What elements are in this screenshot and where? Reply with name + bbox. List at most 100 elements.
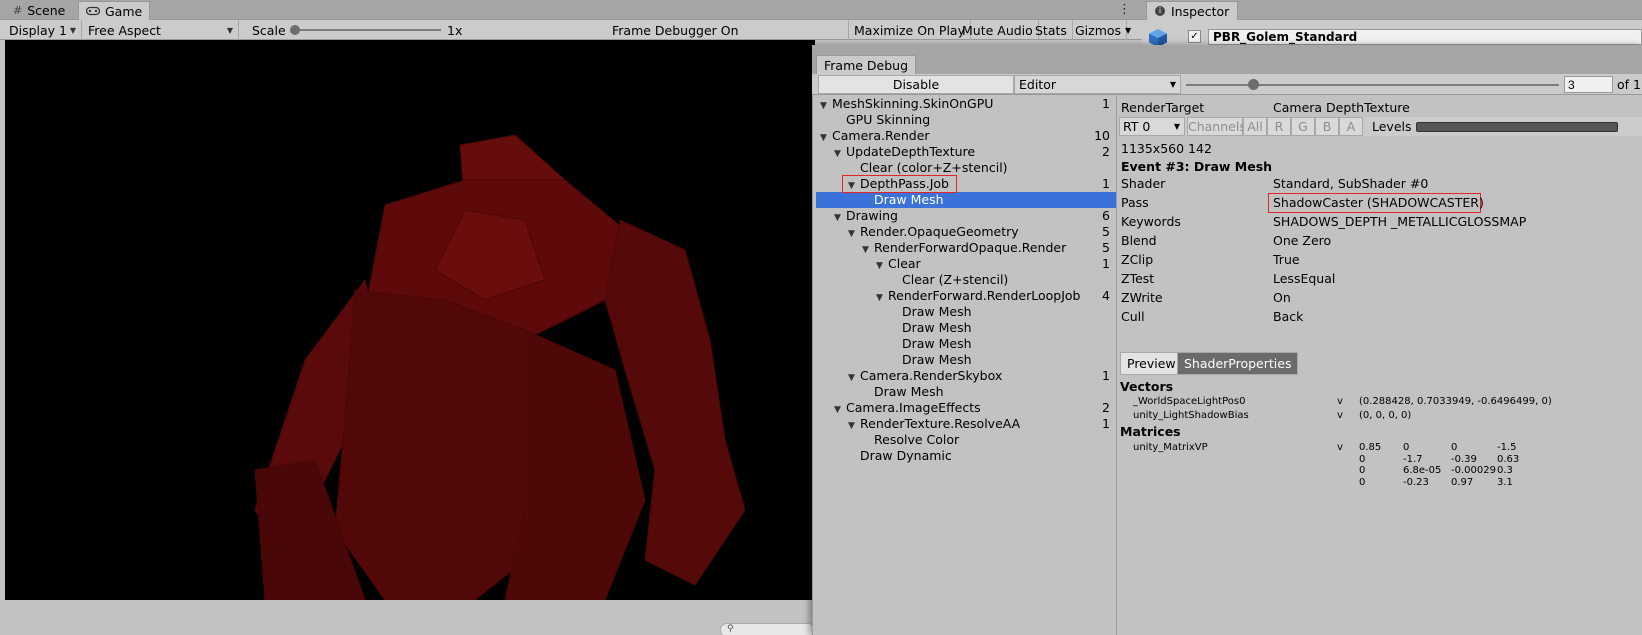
display-dropdown[interactable]: Display 1 ▼ (4, 20, 82, 40)
vector-stage: v (1337, 396, 1343, 407)
tree-row-count: 1 (1102, 96, 1110, 111)
matrix-cell: 0.63 (1497, 453, 1520, 465)
chevron-down-icon: ▼ (69, 25, 76, 35)
stats-toggle[interactable]: Stats (1030, 20, 1073, 40)
tab-shader-properties[interactable]: ShaderProperties (1177, 352, 1299, 375)
tree-row-label: Draw Mesh (902, 304, 972, 319)
target-label: Editor (1019, 77, 1056, 92)
frame-debugger-status: Frame Debugger On (612, 22, 739, 38)
tree-row[interactable]: ▼ RenderForwardOpaque.Render 5 (816, 240, 1116, 256)
tree-row-label: Draw Dynamic (860, 448, 952, 463)
property-value: LessEqual (1273, 271, 1336, 286)
tab-frame-debug[interactable]: Frame Debug (816, 55, 917, 74)
active-checkbox[interactable]: ✓ (1188, 30, 1201, 43)
tree-row[interactable]: ▼ Camera.Render 10 (816, 128, 1116, 144)
rt-select-label: RT 0 (1123, 119, 1151, 134)
matrix-cell: 0 (1451, 442, 1458, 453)
splitter[interactable] (1116, 96, 1117, 635)
channel-a[interactable]: A (1339, 117, 1363, 136)
info-icon: i (1155, 6, 1165, 16)
tree-row[interactable]: ▼ MeshSkinning.SkinOnGPU 1 (816, 96, 1116, 112)
tree-row[interactable]: Clear (color+Z+stencil) (816, 160, 1116, 176)
tree-row-count: 2 (1102, 144, 1110, 159)
tree-row[interactable]: Draw Mesh (816, 384, 1116, 400)
scale-label: Scale (252, 22, 286, 38)
event-total-label: of 11 (1617, 77, 1642, 92)
matrix-cell: 0 (1359, 453, 1366, 465)
search-field[interactable]: ⚲ (720, 623, 815, 635)
tree-row[interactable]: Draw Mesh (816, 192, 1116, 208)
levels-slider[interactable] (1416, 122, 1618, 132)
gizmos-dropdown-icon[interactable]: ▼ (1120, 20, 1136, 40)
search-icon: ⚲ (727, 624, 734, 634)
gizmos-toggle[interactable]: Gizmos (1070, 20, 1128, 40)
tree-row[interactable]: ▼ RenderTexture.ResolveAA 1 (816, 416, 1116, 432)
tree-row-label: Drawing (846, 208, 898, 223)
tree-row-label: Render.OpaqueGeometry (860, 224, 1019, 239)
event-slider-track[interactable] (1186, 84, 1559, 86)
tree-row[interactable]: ▼ Render.OpaqueGeometry 5 (816, 224, 1116, 240)
matrix-cell: -0.00029 (1451, 465, 1496, 476)
vector-name: _WorldSpaceLightPos0 (1133, 396, 1246, 407)
tree-row-count: 6 (1102, 208, 1110, 223)
tree-row[interactable]: ▼ RenderForward.RenderLoopJob 4 (816, 288, 1116, 304)
tab-scene-label: Scene (27, 3, 66, 18)
tab-scene[interactable]: # Scene (6, 1, 72, 20)
maximize-on-play-toggle[interactable]: Maximize On Play (848, 20, 971, 40)
matrix-cell: 0.3 (1497, 465, 1513, 476)
render-target-key: RenderTarget (1121, 100, 1205, 115)
matrices-title: Matrices (1120, 424, 1181, 439)
channel-r[interactable]: R (1267, 117, 1291, 136)
event-index-field[interactable] (1564, 76, 1613, 93)
tree-row[interactable]: Clear (Z+stencil) (816, 272, 1116, 288)
matrix-cell: 6.8e-05 (1403, 465, 1442, 476)
tree-row[interactable]: ▼ Camera.RenderSkybox 1 (816, 368, 1116, 384)
tree-row[interactable]: ▼ Drawing 6 (816, 208, 1116, 224)
tree-row[interactable]: ▼ UpdateDepthTexture 2 (816, 144, 1116, 160)
matrix-stage: v (1337, 442, 1343, 453)
target-dropdown[interactable]: Editor ▼ (1014, 75, 1181, 94)
tab-inspector[interactable]: i Inspector (1146, 1, 1239, 20)
channel-g[interactable]: G (1291, 117, 1315, 136)
scale-slider-track[interactable] (293, 29, 441, 31)
tab-preview[interactable]: Preview (1120, 352, 1183, 375)
matrix-cell: 0.85 (1359, 442, 1382, 453)
scale-value: 1x (447, 22, 463, 38)
kebab-icon[interactable]: ⋮ (1118, 2, 1131, 17)
tree-row-label: UpdateDepthTexture (846, 144, 976, 159)
rt-select[interactable]: RT 0 ▼ (1119, 117, 1185, 136)
aspect-dropdown[interactable]: Free Aspect ▼ (83, 20, 239, 40)
object-name-field[interactable]: PBR_Golem_Standard (1208, 29, 1642, 45)
tree-row-label: Camera.RenderSkybox (860, 368, 1003, 383)
channel-b[interactable]: B (1315, 117, 1339, 136)
game-viewport[interactable] (5, 40, 815, 600)
property-value: ShadowCaster (SHADOWCASTER) (1273, 195, 1484, 210)
property-key: Keywords (1121, 214, 1181, 229)
tree-row[interactable]: Draw Mesh (816, 336, 1116, 352)
tree-row-count: 1 (1102, 368, 1110, 383)
matrix-cell: -0.39 (1451, 453, 1477, 465)
event-title: Event #3: Draw Mesh (1121, 159, 1273, 174)
tree-row[interactable]: ▼ Clear 1 (816, 256, 1116, 272)
tree-row-label: Draw Mesh (902, 320, 972, 335)
tree-row[interactable]: Draw Dynamic (816, 448, 1116, 464)
tree-row[interactable]: Draw Mesh (816, 352, 1116, 368)
disable-button[interactable]: Disable (818, 75, 1014, 94)
tree-row[interactable]: Draw Mesh (816, 320, 1116, 336)
matrix-cell: -1.7 (1403, 453, 1423, 465)
game-bottom-bar (0, 600, 815, 635)
tree-row-count: 1 (1102, 176, 1110, 191)
tree-row[interactable]: Draw Mesh (816, 304, 1116, 320)
tree-row-count: 2 (1102, 400, 1110, 415)
scale-slider-thumb[interactable] (290, 25, 300, 35)
tree-row-label: Clear (Z+stencil) (902, 272, 1009, 287)
mute-audio-toggle[interactable]: Mute Audio (957, 20, 1039, 40)
tree-row[interactable]: ▼ Camera.ImageEffects 2 (816, 400, 1116, 416)
tree-row[interactable]: GPU Skinning (816, 112, 1116, 128)
matrix-name: unity_MatrixVP (1133, 442, 1208, 453)
channel-all[interactable]: All (1243, 117, 1267, 136)
tree-row[interactable]: Resolve Color (816, 432, 1116, 448)
tab-game[interactable]: Game (78, 1, 151, 20)
vector-name: unity_LightShadowBias (1133, 410, 1249, 421)
matrix-cell: 0 (1359, 465, 1366, 476)
